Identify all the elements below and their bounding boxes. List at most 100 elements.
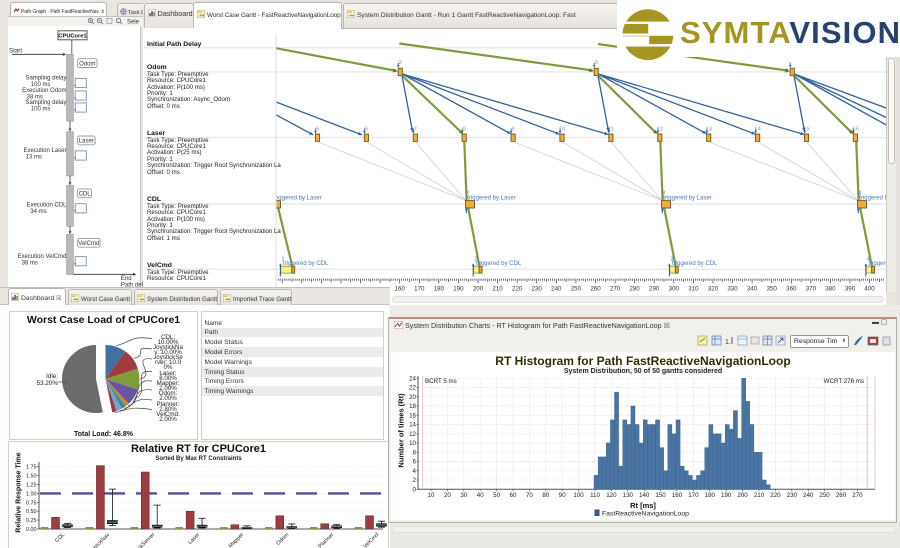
svg-text:310: 310 (688, 286, 699, 293)
svg-text:110: 110 (590, 492, 600, 499)
svg-text:1.50: 1.50 (26, 474, 37, 480)
svg-text:22: 22 (409, 385, 416, 392)
svg-text:Sampling delay: Sampling delay (25, 100, 66, 106)
svg-text:80: 80 (542, 492, 549, 499)
svg-text:triggered by Laser: triggered by Laser (273, 195, 321, 201)
svg-text:240: 240 (803, 492, 814, 499)
svg-text:160: 160 (395, 286, 406, 293)
svg-text:WCRT 276 ms: WCRT 276 ms (824, 378, 864, 385)
svg-text:VelCmd: VelCmd (78, 241, 99, 247)
svg-text:100: 100 (573, 492, 584, 499)
svg-text:triggered by CDL: triggered by CDL (672, 261, 718, 267)
svg-text:13 ms: 13 ms (26, 155, 42, 161)
svg-text:170: 170 (414, 286, 425, 293)
svg-text:290: 290 (649, 286, 660, 293)
svg-text:30: 30 (460, 492, 467, 499)
svg-text:triggered by CDL: triggered by CDL (868, 261, 886, 267)
svg-text:Start: Start (9, 48, 22, 55)
svg-text:1.25: 1.25 (26, 483, 37, 489)
svg-text:triggered by Laser: triggered by Laser (859, 195, 886, 201)
svg-text:CDL: CDL (79, 192, 92, 198)
svg-text:8: 8 (413, 450, 417, 457)
svg-text:End: End (121, 276, 132, 282)
svg-text:180: 180 (434, 286, 445, 293)
svg-text:230: 230 (787, 492, 798, 499)
svg-text:10: 10 (428, 492, 435, 499)
svg-text:190: 190 (453, 286, 464, 293)
svg-text:220: 220 (770, 492, 781, 499)
svg-text:18: 18 (409, 403, 416, 410)
svg-text:250: 250 (571, 286, 582, 293)
svg-text:6: 6 (413, 459, 417, 466)
svg-text:70: 70 (526, 492, 533, 499)
svg-text:380: 380 (825, 286, 836, 293)
svg-text:150: 150 (655, 492, 666, 499)
svg-text:180: 180 (705, 492, 716, 499)
svg-text:0.00: 0.00 (26, 527, 37, 533)
svg-text:50: 50 (493, 492, 500, 499)
svg-text:120: 120 (606, 492, 617, 499)
svg-text:200: 200 (737, 492, 748, 499)
svg-text:triggered by CDL: triggered by CDL (476, 261, 522, 267)
svg-text:200: 200 (473, 286, 484, 293)
svg-text:20: 20 (444, 492, 451, 499)
svg-text:250: 250 (819, 492, 830, 499)
svg-text:Laser: Laser (79, 139, 94, 145)
svg-text:Odom: Odom (79, 61, 95, 67)
svg-text:38 ms: 38 ms (22, 260, 38, 266)
svg-text:170: 170 (688, 492, 699, 499)
svg-text:CPUCore1: CPUCore1 (58, 34, 86, 40)
svg-text:360: 360 (786, 286, 797, 293)
svg-text:260: 260 (590, 286, 601, 293)
svg-text:34 ms: 34 ms (30, 209, 46, 215)
svg-text:230: 230 (532, 286, 543, 293)
svg-text:280: 280 (629, 286, 640, 293)
svg-text:BCRT 5 ms: BCRT 5 ms (425, 378, 457, 385)
svg-text:2: 2 (413, 477, 417, 484)
svg-text:1.00: 1.00 (26, 491, 37, 497)
svg-text:triggered by Laser: triggered by Laser (663, 195, 711, 201)
svg-text:24: 24 (409, 375, 416, 382)
svg-text:0.75: 0.75 (26, 500, 37, 506)
svg-text:0: 0 (413, 487, 417, 494)
svg-text:0.25: 0.25 (26, 518, 37, 524)
svg-text:330: 330 (727, 286, 738, 293)
svg-text:16: 16 (409, 413, 416, 420)
svg-text:FastReactiveNavigationLoop: FastReactiveNavigationLoop (602, 510, 689, 517)
svg-text:220: 220 (512, 286, 523, 293)
svg-text:160: 160 (672, 492, 683, 499)
svg-text:270: 270 (610, 286, 621, 293)
svg-text:0.50: 0.50 (26, 509, 37, 515)
svg-text:60: 60 (510, 492, 517, 499)
svg-text:14: 14 (409, 422, 416, 429)
svg-text:1.: 1. (725, 339, 731, 346)
svg-text:260: 260 (836, 492, 847, 499)
svg-text:370: 370 (806, 286, 817, 293)
svg-text:240: 240 (551, 286, 562, 293)
svg-text:270: 270 (852, 492, 863, 499)
svg-text:400: 400 (864, 286, 875, 293)
svg-text:4: 4 (413, 468, 417, 475)
svg-text:10: 10 (409, 440, 416, 447)
svg-text:triggered by CDL: triggered by CDL (283, 261, 329, 267)
svg-text:140: 140 (639, 492, 650, 499)
svg-text:12: 12 (409, 431, 416, 438)
svg-text:triggered by Laser: triggered by Laser (467, 195, 515, 201)
svg-text:90: 90 (559, 492, 566, 499)
svg-text:100 ms: 100 ms (31, 107, 51, 113)
svg-text:Execution Odom: Execution Odom (22, 88, 66, 94)
svg-text:20: 20 (409, 394, 416, 401)
svg-text:Execution VelCmd: Execution VelCmd (17, 254, 66, 260)
svg-text:340: 340 (747, 286, 758, 293)
svg-text:350: 350 (767, 286, 778, 293)
svg-text:190: 190 (721, 492, 732, 499)
svg-text:320: 320 (708, 286, 719, 293)
svg-text:210: 210 (492, 286, 503, 293)
svg-text:390: 390 (845, 286, 856, 293)
svg-text:Sampling delay: Sampling delay (25, 76, 66, 82)
svg-text:130: 130 (623, 492, 634, 499)
svg-text:300: 300 (669, 286, 680, 293)
svg-text:40: 40 (477, 492, 484, 499)
svg-text:1.75: 1.75 (26, 465, 37, 471)
svg-text:210: 210 (754, 492, 765, 499)
